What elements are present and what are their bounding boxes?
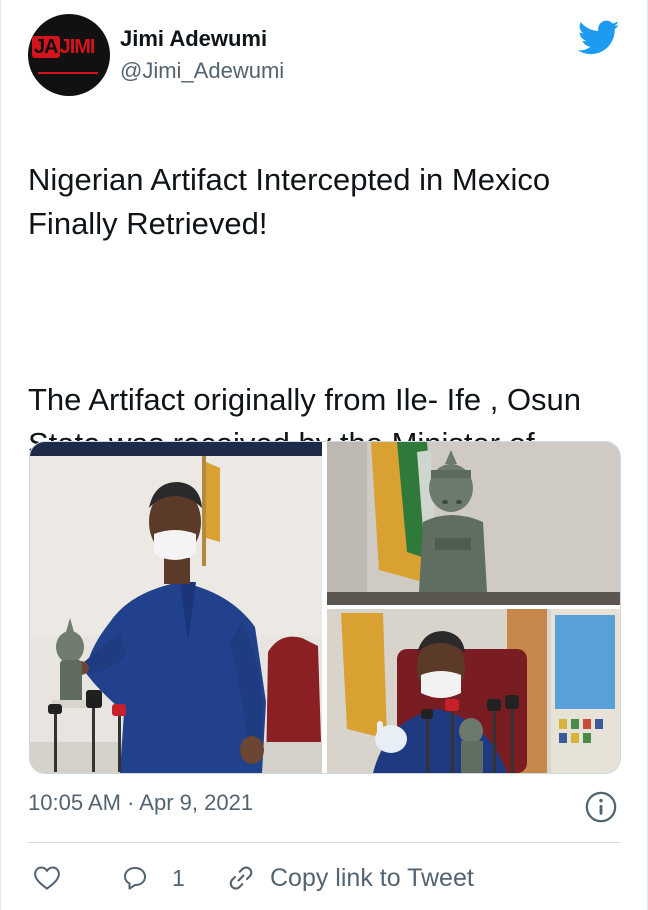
actions-divider xyxy=(28,842,620,843)
reply-count: 1 xyxy=(172,864,185,891)
avatar[interactable]: JA JIMI xyxy=(28,14,110,96)
reply-button[interactable]: 1 xyxy=(120,858,185,898)
avatar-logo: JA JIMI xyxy=(32,36,95,58)
tweet-timestamp[interactable]: 10:05 AM · Apr 9, 2021 xyxy=(28,790,253,816)
tweet-text-paragraph-1: Nigerian Artifact Intercepted in Mexico … xyxy=(28,162,551,241)
like-button[interactable] xyxy=(32,858,62,898)
user-display-name[interactable]: Jimi Adewumi xyxy=(120,26,267,52)
link-icon xyxy=(229,866,253,890)
tweet-actions: 1 Copy link to Tweet xyxy=(28,858,628,898)
info-icon[interactable] xyxy=(584,790,618,824)
photo-artifact-closeup[interactable] xyxy=(327,442,620,605)
reply-bubble-icon xyxy=(124,867,146,890)
photo-minister-standing[interactable] xyxy=(30,442,322,773)
user-handle[interactable]: @Jimi_Adewumi xyxy=(120,58,284,84)
tweet-text-spacer xyxy=(28,290,628,334)
card-left-border xyxy=(0,0,1,910)
tweet-card: JA JIMI Jimi Adewumi @Jimi_Adewumi Nigeri… xyxy=(0,0,648,910)
twitter-bird-icon[interactable] xyxy=(578,20,620,56)
copy-link-button[interactable]: Copy link to Tweet xyxy=(226,858,474,898)
avatar-logo-underline xyxy=(38,72,98,74)
media-grid xyxy=(29,441,621,774)
photo-minister-seated[interactable] xyxy=(327,609,620,773)
copy-link-label: Copy link to Tweet xyxy=(270,863,474,892)
heart-icon xyxy=(34,866,60,890)
tweet-header: JA JIMI Jimi Adewumi @Jimi_Adewumi xyxy=(28,14,620,98)
